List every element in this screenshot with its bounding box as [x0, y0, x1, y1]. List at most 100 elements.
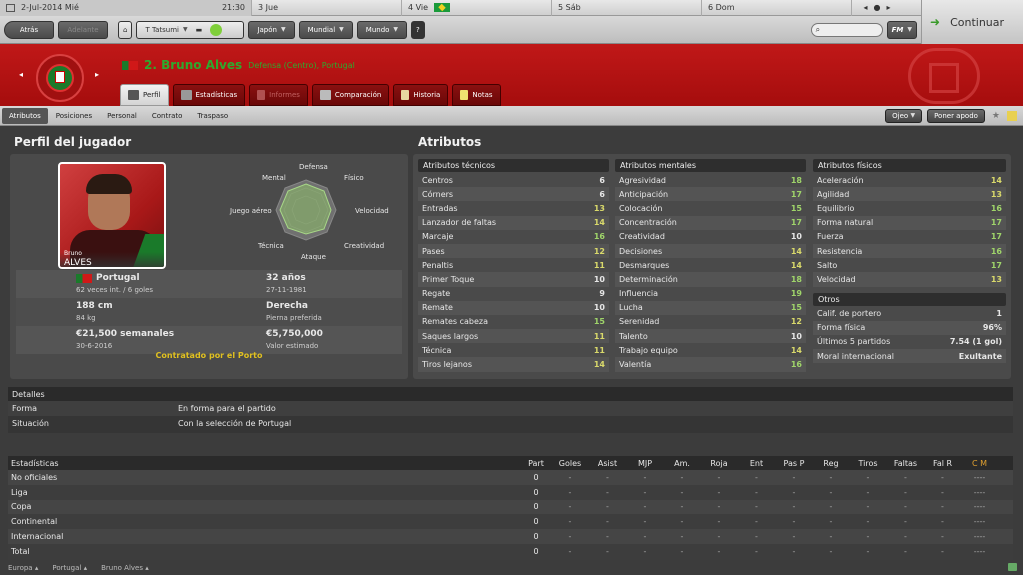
stats-row[interactable]: Internacional 0- - - - - - - - - - - ----	[8, 529, 1013, 544]
attribute-row[interactable]: Calif. de portero 1	[813, 307, 1006, 321]
home-button[interactable]: ⌂	[118, 20, 133, 39]
attribute-row[interactable]: Fuerza 17	[813, 230, 1006, 244]
attribute-row[interactable]: Remate 10	[418, 300, 609, 315]
attribute-row[interactable]: Remates cabeza 15	[418, 315, 609, 329]
manager-menu[interactable]: T Tatsumi ▼ ▬	[136, 20, 245, 39]
attribute-row[interactable]: Influencia 19	[615, 287, 806, 301]
league-menu-japan[interactable]: Japón ▼	[248, 20, 295, 39]
today-dot-icon[interactable]: ●	[874, 3, 881, 12]
attribute-row[interactable]: Decisiones 14	[615, 243, 806, 259]
attribute-row[interactable]: Últimos 5 partidos 7.54 (1 gol)	[813, 335, 1006, 349]
attribute-row[interactable]: Salto 17	[813, 258, 1006, 272]
stats-column-header[interactable]: Part	[521, 459, 551, 468]
attribute-row[interactable]: Primer Toque 10	[418, 272, 609, 287]
attribute-row[interactable]: Aceleración 14	[813, 173, 1006, 187]
back-button[interactable]: Atrás	[4, 20, 54, 39]
attribute-row[interactable]: Córners 6	[418, 187, 609, 202]
attribute-row[interactable]: Marcaje 16	[418, 230, 609, 244]
attribute-row[interactable]: Agilidad 13	[813, 187, 1006, 202]
next-arrow-icon[interactable]: ▸	[886, 3, 890, 12]
edit-icon[interactable]	[1007, 110, 1017, 121]
subtab-atributos[interactable]: Atributos	[2, 107, 48, 124]
attribute-row[interactable]: Desmarques 14	[615, 258, 806, 272]
stats-row[interactable]: Continental 0- - - - - - - - - - - ----	[8, 514, 1013, 530]
calendar-scroll[interactable]: ◂ ● ▸	[852, 3, 902, 12]
next-player-arrow-icon[interactable]: ▸	[95, 70, 99, 79]
subtab-traspaso[interactable]: Traspaso	[190, 108, 235, 124]
search-input[interactable]: ⌕	[810, 22, 883, 37]
attribute-row[interactable]: Tiros lejanos 14	[418, 357, 609, 372]
stats-column-header[interactable]: Asist	[589, 459, 626, 468]
continue-button[interactable]: ➜ Continuar	[921, 0, 1023, 44]
stats-column-header[interactable]: Pas P	[775, 459, 813, 468]
attribute-row[interactable]: Saques largos 11	[418, 329, 609, 344]
nickname-button[interactable]: Poner apodo	[927, 108, 985, 123]
stats-column-header[interactable]: Faltas	[887, 459, 924, 468]
attribute-row[interactable]: Equilibrio 16	[813, 201, 1006, 215]
attribute-row[interactable]: Valentía 16	[615, 357, 806, 372]
attribute-row[interactable]: Entradas 13	[418, 201, 609, 215]
league-menu-world[interactable]: Mundo ▼	[356, 20, 408, 39]
attribute-row[interactable]: Trabajo equipo 14	[615, 343, 806, 357]
attribute-row[interactable]: Talento 10	[615, 329, 806, 344]
attribute-row[interactable]: Concentración 17	[615, 215, 806, 230]
stats-row[interactable]: Liga 0- - - - - - - - - - - ----	[8, 484, 1013, 500]
attribute-row[interactable]: Lanzador de faltas 14	[418, 215, 609, 230]
attribute-row[interactable]: Velocidad 13	[813, 272, 1006, 287]
tab-perfil[interactable]: Perfil	[120, 84, 169, 106]
attribute-row[interactable]: Anticipación 17	[615, 187, 806, 202]
tab-estadisticas[interactable]: Estadísticas	[172, 84, 246, 106]
attribute-row[interactable]: Pases 12	[418, 243, 609, 259]
attribute-row[interactable]: Lucha 15	[615, 300, 806, 315]
attribute-row[interactable]: Regate 9	[418, 287, 609, 301]
star-icon[interactable]: ★	[992, 111, 1000, 121]
prev-player-arrow-icon[interactable]: ◂	[19, 70, 23, 79]
subtab-personal[interactable]: Personal	[100, 108, 144, 124]
attribute-row[interactable]: Determinación 18	[615, 272, 806, 287]
attribute-row[interactable]: Serenidad 12	[615, 315, 806, 329]
attribute-row[interactable]: Forma física 96%	[813, 320, 1006, 335]
attribute-row[interactable]: Colocación 15	[615, 201, 806, 215]
fm-menu[interactable]: FM ▼	[886, 20, 917, 39]
attribute-row[interactable]: Penaltis 11	[418, 258, 609, 272]
stats-column-header[interactable]: Ent	[738, 459, 775, 468]
current-date-cell[interactable]: 2-Jul-2014 Mié 21:30	[0, 0, 252, 16]
day-cell[interactable]: 6 Dom	[702, 0, 852, 16]
attribute-row[interactable]: Centros 6	[418, 173, 609, 187]
league-menu-world-cup[interactable]: Mundial ▼	[298, 20, 353, 39]
stats-row[interactable]: Total 0- - - - - - - - - - - ----	[8, 543, 1013, 559]
attribute-row[interactable]: Técnica 11	[418, 343, 609, 357]
stats-column-header[interactable]: MJP	[626, 459, 664, 468]
subtab-posiciones[interactable]: Posiciones	[49, 108, 99, 124]
stats-column-header[interactable]: Tiros	[849, 459, 887, 468]
stats-column-header[interactable]: Fal R	[924, 459, 961, 468]
day-cell[interactable]: 4 Vie	[402, 0, 552, 16]
scout-menu[interactable]: Ojeo ▼	[885, 108, 923, 123]
stats-column-header[interactable]: Reg	[813, 459, 849, 468]
stats-column-header[interactable]: Goles	[551, 459, 589, 468]
day-cell[interactable]: 5 Sáb	[552, 0, 702, 16]
attribute-row[interactable]: Agresividad 18	[615, 173, 806, 187]
stats-row[interactable]: No oficiales 0- - - - - - - - - - - ----	[8, 470, 1013, 485]
breadcrumb-item[interactable]: Bruno Alves ▴	[101, 564, 149, 572]
breadcrumb-item[interactable]: Portugal ▴	[52, 564, 87, 572]
breadcrumb-item[interactable]: Europa ▴	[8, 564, 38, 572]
tab-informes[interactable]: Informes	[249, 84, 308, 106]
tab-notas[interactable]: Notas	[452, 84, 501, 106]
attribute-row[interactable]: Resistencia 16	[813, 243, 1006, 259]
tab-comparacion[interactable]: Comparación	[311, 84, 390, 106]
stats-column-header[interactable]: C M	[961, 459, 998, 468]
stats-row[interactable]: Copa 0- - - - - - - - - - - ----	[8, 499, 1013, 515]
forward-button[interactable]: Adelante	[58, 20, 108, 39]
attribute-row[interactable]: Forma natural 17	[813, 215, 1006, 230]
tab-historia[interactable]: Historia	[393, 84, 449, 106]
help-button[interactable]: ?	[411, 20, 425, 39]
subtab-contrato[interactable]: Contrato	[145, 108, 190, 124]
status-icon[interactable]	[1008, 563, 1017, 571]
attribute-row[interactable]: Creatividad 10	[615, 230, 806, 244]
stats-column-header[interactable]: Roja	[700, 459, 738, 468]
prev-arrow-icon[interactable]: ◂	[863, 3, 867, 12]
stats-column-header[interactable]: Am.	[664, 459, 700, 468]
attribute-row[interactable]: Moral internacional Exultante	[813, 349, 1006, 364]
day-cell[interactable]: 3 Jue	[252, 0, 402, 16]
